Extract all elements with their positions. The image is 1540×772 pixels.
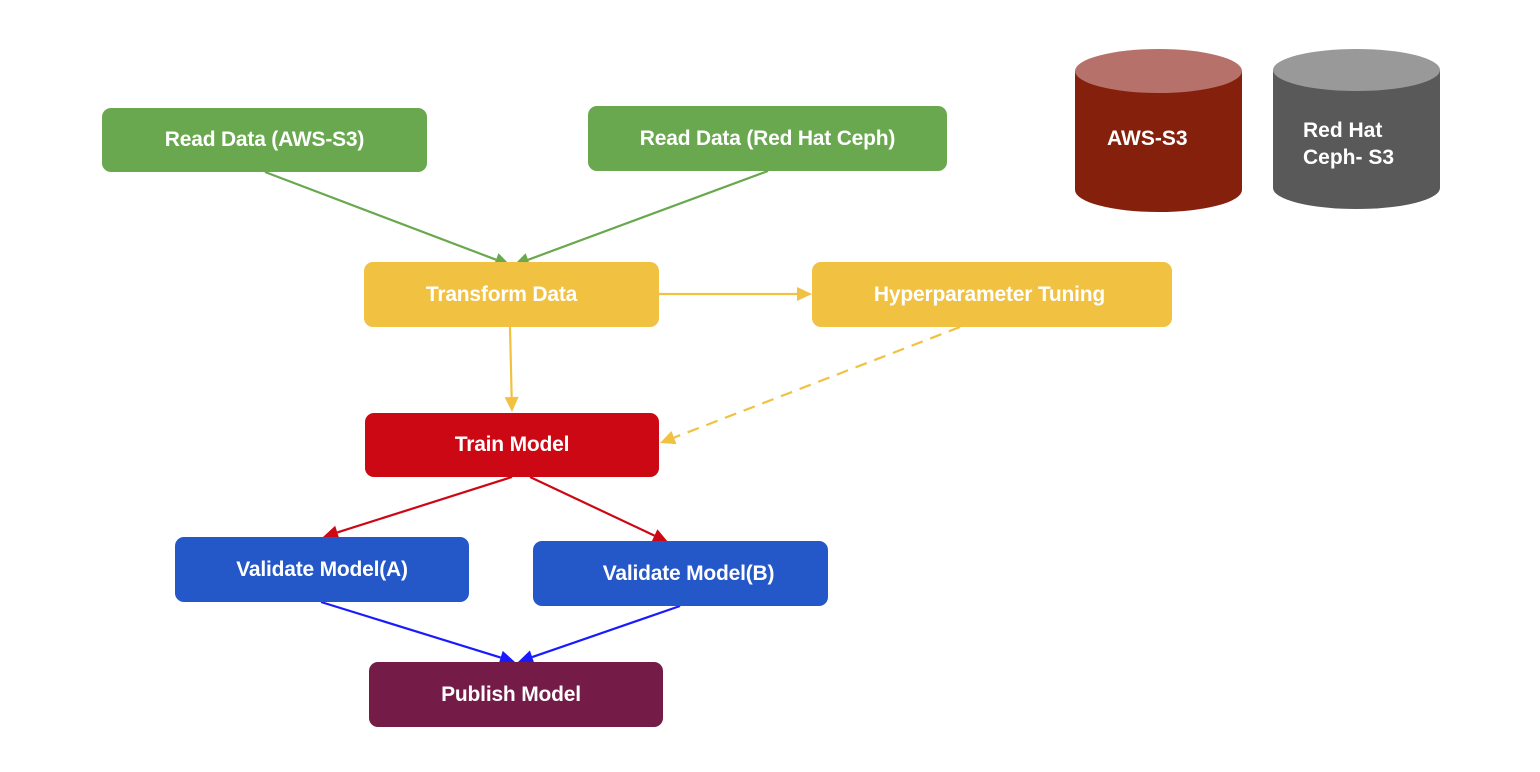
edge-train-to-validate_a: [336, 475, 513, 534]
publish-model-label: Publish Model: [441, 682, 581, 706]
read-data-aws-label: Read Data (AWS-S3): [164, 128, 365, 151]
transform-data-label: Transform Data: [425, 282, 578, 306]
train-model-node[interactable]: Train Model: [365, 413, 659, 477]
hyperparameter-tuning-node[interactable]: Hyperparameter Tuning: [812, 262, 1172, 327]
edge-read_aws-to-transform: [264, 170, 497, 261]
edge-validate_b-to-publish: [531, 604, 681, 659]
publish-model-node[interactable]: Publish Model: [369, 662, 663, 727]
aws-s3-storage-label: AWS-S3: [1107, 127, 1188, 150]
train-model-label: Train Model: [454, 433, 570, 456]
ceph-storage-label-line1: Red Hat: [1303, 119, 1383, 142]
validate-model-a-label: Validate Model(A): [236, 557, 408, 581]
edge-validate_a-to-publish: [320, 600, 501, 659]
ceph-cylinder-top: [1273, 49, 1440, 91]
transform-data-node[interactable]: Transform Data: [364, 262, 659, 327]
aws-cylinder-top: [1075, 49, 1242, 93]
edge-train-to-validate_b: [529, 476, 655, 537]
ceph-storage-label-line2: Ceph- S3: [1303, 146, 1395, 169]
edge-transform-to-train: [508, 326, 513, 398]
read-data-aws-node[interactable]: Read Data (AWS-S3): [102, 108, 427, 172]
arrowhead-transform-to-train: [504, 396, 519, 412]
validate-model-b-label: Validate Model(B): [602, 561, 775, 585]
validate-model-a-node[interactable]: Validate Model(A): [175, 537, 469, 602]
read-data-ceph-node[interactable]: Read Data (Red Hat Ceph): [588, 106, 947, 171]
hyperparameter-tuning-label: Hyperparameter Tuning: [873, 282, 1106, 306]
validate-model-b-node[interactable]: Validate Model(B): [533, 541, 828, 606]
red-hat-ceph-storage-icon: Red Hat Ceph- S3: [1273, 47, 1440, 211]
edge-read_ceph-to-transform: [527, 169, 769, 261]
read-data-ceph-label: Read Data (Red Hat Ceph): [639, 126, 896, 150]
aws-s3-storage-icon: AWS-S3: [1075, 47, 1242, 215]
edge-hyper-to-train: [673, 325, 961, 439]
arrowhead-transform-to-hyper: [797, 287, 812, 301]
